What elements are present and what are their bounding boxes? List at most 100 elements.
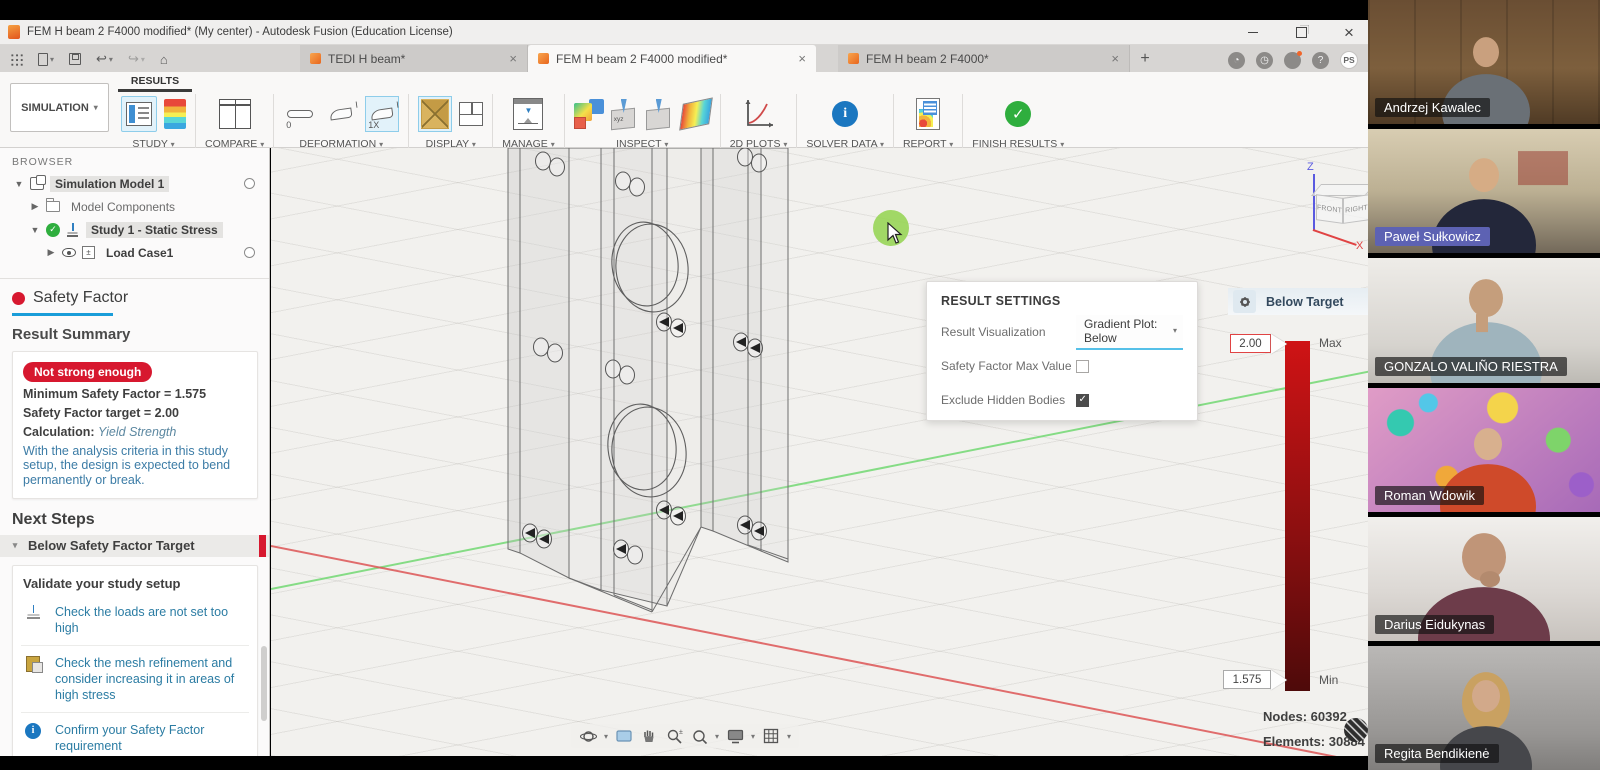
- max-label: Max: [1319, 336, 1342, 350]
- chevron-down-icon[interactable]: ▼: [14, 179, 24, 189]
- caret-down-icon[interactable]: [787, 732, 791, 741]
- deformation-actual-icon[interactable]: [324, 96, 358, 132]
- radio-circle-icon[interactable]: [244, 247, 255, 258]
- viewcube-front-face[interactable]: FRONT: [1316, 194, 1343, 224]
- new-tab-button[interactable]: +: [1130, 50, 1160, 72]
- visualization-dropdown[interactable]: Gradient Plot: Below: [1076, 315, 1183, 350]
- study-details-icon[interactable]: [121, 96, 157, 132]
- legend-min-input[interactable]: 1.575: [1223, 670, 1271, 689]
- results-context-tab[interactable]: RESULTS: [120, 75, 190, 87]
- viewcube[interactable]: Z X FRONT RIGHT: [1276, 160, 1368, 260]
- participant-tile[interactable]: GONZALO VALIÑO RIESTRA: [1368, 258, 1600, 382]
- compare-icon[interactable]: [219, 99, 251, 129]
- fusion-document-icon: [310, 53, 321, 64]
- group-inspect: xyz INSPECT: [565, 92, 720, 150]
- caret-down-icon[interactable]: [751, 732, 755, 741]
- tree-item-study[interactable]: ▼ Study 1 - Static Stress: [0, 218, 269, 241]
- h-beam-model[interactable]: [271, 148, 1368, 756]
- participant-tile[interactable]: Roman Wdowik: [1368, 388, 1600, 512]
- deformation-none-icon[interactable]: 0: [283, 96, 317, 132]
- look-at-icon[interactable]: [615, 727, 633, 745]
- deformation-scaled-icon[interactable]: 1X: [365, 96, 399, 132]
- caret-down-icon[interactable]: [604, 732, 608, 741]
- step-text: Confirm your Safety Factor requirement: [55, 722, 247, 754]
- account-avatar[interactable]: PS: [1340, 51, 1358, 69]
- close-tab-icon[interactable]: [798, 51, 806, 66]
- next-step-item[interactable]: Check the loads are not set too high: [21, 595, 249, 646]
- inspect-results-icon[interactable]: [574, 99, 604, 129]
- legend-settings-button[interactable]: [1233, 290, 1256, 313]
- document-tab[interactable]: TEDI H beam*: [300, 45, 528, 72]
- notifications-bell-icon[interactable]: [1284, 52, 1301, 69]
- tab-label: TEDI H beam*: [328, 52, 405, 66]
- inspect-slice-plane-icon[interactable]: [679, 97, 713, 130]
- document-tab[interactable]: FEM H beam 2 F4000*: [838, 45, 1130, 72]
- participant-tile[interactable]: Andrzej Kawalec: [1368, 0, 1600, 124]
- inspect-probe-icon[interactable]: [646, 99, 674, 129]
- next-step-item[interactable]: Check the mesh refinement and consider i…: [21, 646, 249, 713]
- undo-icon[interactable]: ↩: [96, 51, 113, 67]
- orbit-icon[interactable]: [579, 727, 597, 745]
- max-value-checkbox[interactable]: [1076, 360, 1089, 373]
- viewcube-right-face[interactable]: RIGHT: [1343, 194, 1368, 224]
- max-value-label: Safety Factor Max Value: [941, 359, 1076, 373]
- grid-settings-icon[interactable]: [762, 727, 780, 745]
- tree-item-simulation-model[interactable]: ▼ Simulation Model 1: [0, 172, 269, 195]
- display-mesh-icon[interactable]: [418, 96, 452, 132]
- home-icon[interactable]: ⌂: [160, 52, 168, 67]
- close-button[interactable]: [1338, 24, 1360, 42]
- report-icon[interactable]: [916, 98, 940, 130]
- below-target-expander[interactable]: ▾ Below Safety Factor Target: [0, 535, 270, 557]
- group-display: DISPLAY: [409, 92, 492, 150]
- chevron-right-icon[interactable]: ▶: [46, 247, 56, 258]
- caret-down-icon[interactable]: [715, 732, 719, 741]
- 2d-plots-icon[interactable]: [742, 97, 776, 131]
- manage-icon[interactable]: [513, 98, 543, 130]
- radio-circle-icon[interactable]: [244, 178, 255, 189]
- redo-icon[interactable]: ↪: [128, 51, 145, 67]
- info-icon: [25, 723, 41, 739]
- chevron-right-icon[interactable]: ▶: [30, 201, 40, 212]
- file-menu-icon[interactable]: [38, 53, 54, 66]
- zoom-icon[interactable]: ±: [665, 727, 683, 745]
- participant-name-active: Paweł Sułkowicz: [1375, 227, 1490, 246]
- tree-item-model-components[interactable]: ▶ Model Components: [0, 195, 269, 218]
- nodes-count: Nodes: 60392: [1263, 709, 1347, 724]
- participant-tile[interactable]: Darius Eidukynas: [1368, 517, 1600, 641]
- job-status-icon[interactable]: ◷: [1256, 52, 1273, 69]
- zoom-window-icon[interactable]: [690, 727, 708, 745]
- workspace-selector[interactable]: SIMULATION: [10, 83, 109, 132]
- document-tab-active[interactable]: FEM H beam 2 F4000 modified*: [528, 45, 816, 72]
- display-wireframe-icon[interactable]: [459, 102, 483, 126]
- step-text: Check the loads are not set too high: [55, 604, 247, 636]
- legend-color-bar[interactable]: [1285, 341, 1310, 691]
- participant-tile[interactable]: Paweł Sułkowicz: [1368, 129, 1600, 253]
- close-tab-icon[interactable]: [1111, 51, 1119, 66]
- viewport-nav-bar: ±: [571, 724, 799, 748]
- minimize-button[interactable]: [1242, 24, 1264, 42]
- x-axis-line-cube: [1313, 229, 1357, 245]
- legend-max-input[interactable]: 2.00: [1230, 334, 1271, 353]
- restore-button[interactable]: [1290, 24, 1312, 42]
- study-results-icon[interactable]: [164, 99, 186, 129]
- exclude-hidden-checkbox[interactable]: [1076, 394, 1089, 407]
- solver-data-info-icon[interactable]: [832, 101, 858, 127]
- min-label: Min: [1319, 673, 1338, 687]
- 3d-viewport[interactable]: Z X FRONT RIGHT RESULT SETTINGS Result V…: [271, 148, 1368, 756]
- save-icon[interactable]: [69, 53, 81, 65]
- panel-scrollbar[interactable]: [261, 646, 267, 721]
- next-step-item[interactable]: Confirm your Safety Factor requirement: [21, 713, 249, 756]
- tree-item-load-case[interactable]: ▶ Load Case1: [0, 241, 269, 264]
- extensions-icon[interactable]: ◔: [1228, 52, 1245, 69]
- close-tab-icon[interactable]: [509, 51, 517, 66]
- pan-hand-icon[interactable]: [640, 727, 658, 745]
- display-settings-icon[interactable]: [726, 727, 744, 745]
- inspect-point-xyz-icon[interactable]: xyz: [611, 99, 639, 129]
- visibility-eye-icon[interactable]: [62, 248, 76, 257]
- participant-tile[interactable]: Regita Bendikienė: [1368, 646, 1600, 770]
- app-grid-icon[interactable]: [10, 53, 23, 66]
- chevron-down-icon[interactable]: ▼: [30, 225, 40, 235]
- participant-name: Regita Bendikienė: [1375, 744, 1499, 763]
- finish-results-check-icon[interactable]: [1005, 101, 1031, 127]
- help-icon[interactable]: ?: [1312, 52, 1329, 69]
